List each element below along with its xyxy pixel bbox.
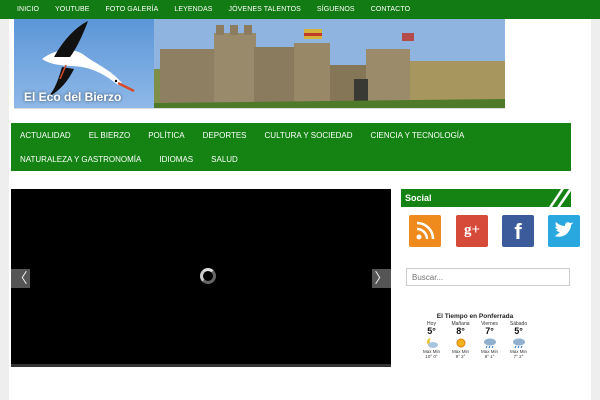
twitter-icon[interactable] [548,215,580,247]
rss-icon[interactable] [409,215,441,247]
weather-maxmin-values: 9° 1° [484,354,495,359]
weather-day: Mañana 8° Max Min 9° 2° [446,321,475,359]
nav-item-el-bierzo[interactable]: El Bierzo [89,131,131,140]
topnav-item-inicio[interactable]: Inicio [9,6,47,13]
topnav-item-foto-galeria[interactable]: Foto Galería [98,6,167,13]
weather-maxmin-values: 10° 0° [425,354,438,359]
castle-image [154,19,505,108]
google-plus-glyph: g+ [463,222,481,238]
social-title-text: Social [405,193,432,203]
site-title: El Eco del Bierzo [24,90,122,104]
topnav-item-jovenes-talentos[interactable]: Jóvenes Talentos [221,6,309,13]
weather-forecast: Hoy 5° Max Min 10° 0° Mañana 8° Max Min … [417,321,533,359]
rss-glyph [416,221,435,240]
google-plus-icon[interactable]: g+ [456,215,488,247]
search-input[interactable] [406,268,570,286]
weather-maxmin-values: 9° 2° [455,354,466,359]
facebook-icon[interactable]: f [502,215,534,247]
weather-temp: 7° [485,326,494,336]
weather-widget[interactable]: El Tiempo en Ponferrada Hoy 5° Max Min 1… [417,313,533,359]
slider-progress-bar [11,364,391,367]
weather-maxmin-values: 7° 2° [513,354,524,359]
rain-icon [504,336,533,349]
title-stripes-decoration [549,189,571,207]
weather-day: Sábado 5° Max Min 7° 2° [504,321,533,359]
topnav-item-youtube[interactable]: YouTube [47,6,98,13]
facebook-glyph: f [514,219,522,244]
topnav-item-contacto[interactable]: Contacto [363,6,418,13]
featured-slider[interactable]: 〈 〉 [11,189,391,367]
nav-item-ciencia-tecnologia[interactable]: Ciencia y Tecnología [371,131,465,140]
nav-item-salud[interactable]: Salud [211,155,238,164]
rain-icon [475,336,504,349]
twitter-bird-glyph [555,222,573,237]
castle-illustration [154,19,505,108]
nav-item-actualidad[interactable]: Actualidad [20,131,71,140]
sun-icon [446,336,475,349]
site-banner[interactable]: El Eco del Bierzo [14,19,505,109]
top-nav: Inicio YouTube Foto Galería Leyendas Jóv… [0,0,600,19]
moon-cloud-icon [417,336,446,349]
topnav-item-siguenos[interactable]: Síguenos [309,6,363,13]
weather-day: Hoy 5° Max Min 10° 0° [417,321,446,359]
main-nav-row-2: Naturaleza y Gastronomía Idiomas Salud [11,147,256,171]
nav-item-naturaleza-gastronomia[interactable]: Naturaleza y Gastronomía [20,155,141,164]
weather-temp: 5° [427,326,436,336]
loading-spinner-icon [200,268,216,284]
social-widget-title: Social [401,189,571,207]
nav-item-cultura-sociedad[interactable]: Cultura y Sociedad [265,131,353,140]
nav-item-politica[interactable]: Política [148,131,184,140]
nav-item-deportes[interactable]: Deportes [203,131,247,140]
main-nav-row-1: Actualidad El Bierzo Política Deportes C… [11,123,482,147]
weather-temp: 8° [456,326,465,336]
topnav-item-leyendas[interactable]: Leyendas [166,6,220,13]
weather-title: El Tiempo en Ponferrada [436,313,514,320]
weather-temp: 5° [514,326,523,336]
slider-prev-button[interactable]: 〈 [11,269,30,288]
main-nav: Actualidad El Bierzo Política Deportes C… [11,123,571,171]
slider-next-button[interactable]: 〉 [372,269,391,288]
weather-day: Viernes 7° Max Min 9° 1° [475,321,504,359]
nav-item-idiomas[interactable]: Idiomas [159,155,193,164]
